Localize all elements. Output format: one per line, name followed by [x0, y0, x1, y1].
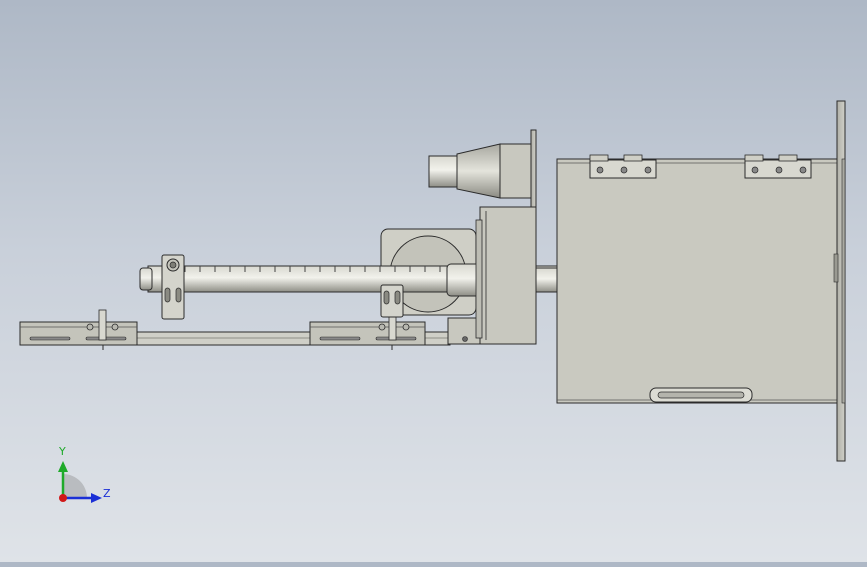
y-axis-label: Y: [58, 445, 66, 458]
left-shaft-clamp: [161, 254, 185, 320]
z-axis-label: Z: [103, 487, 111, 500]
hinge-right: [744, 154, 812, 179]
cad-viewport[interactable]: Y Z: [0, 0, 867, 562]
z-axis-arrow-head: [91, 493, 102, 503]
triad-plane-indicator: [63, 474, 87, 498]
y-axis-arrow-head: [58, 461, 68, 472]
left-rail-bracket: [19, 309, 138, 350]
middle-shaft-clamp: [380, 284, 404, 318]
gear-block: [475, 206, 537, 345]
outlet-nozzle: [428, 129, 537, 211]
handle: [649, 387, 753, 403]
hinge-left: [589, 154, 657, 179]
x-axis-dot: [59, 494, 67, 502]
coordinate-triad: Y Z: [58, 445, 111, 503]
cad-drawing[interactable]: Y Z: [0, 0, 867, 562]
